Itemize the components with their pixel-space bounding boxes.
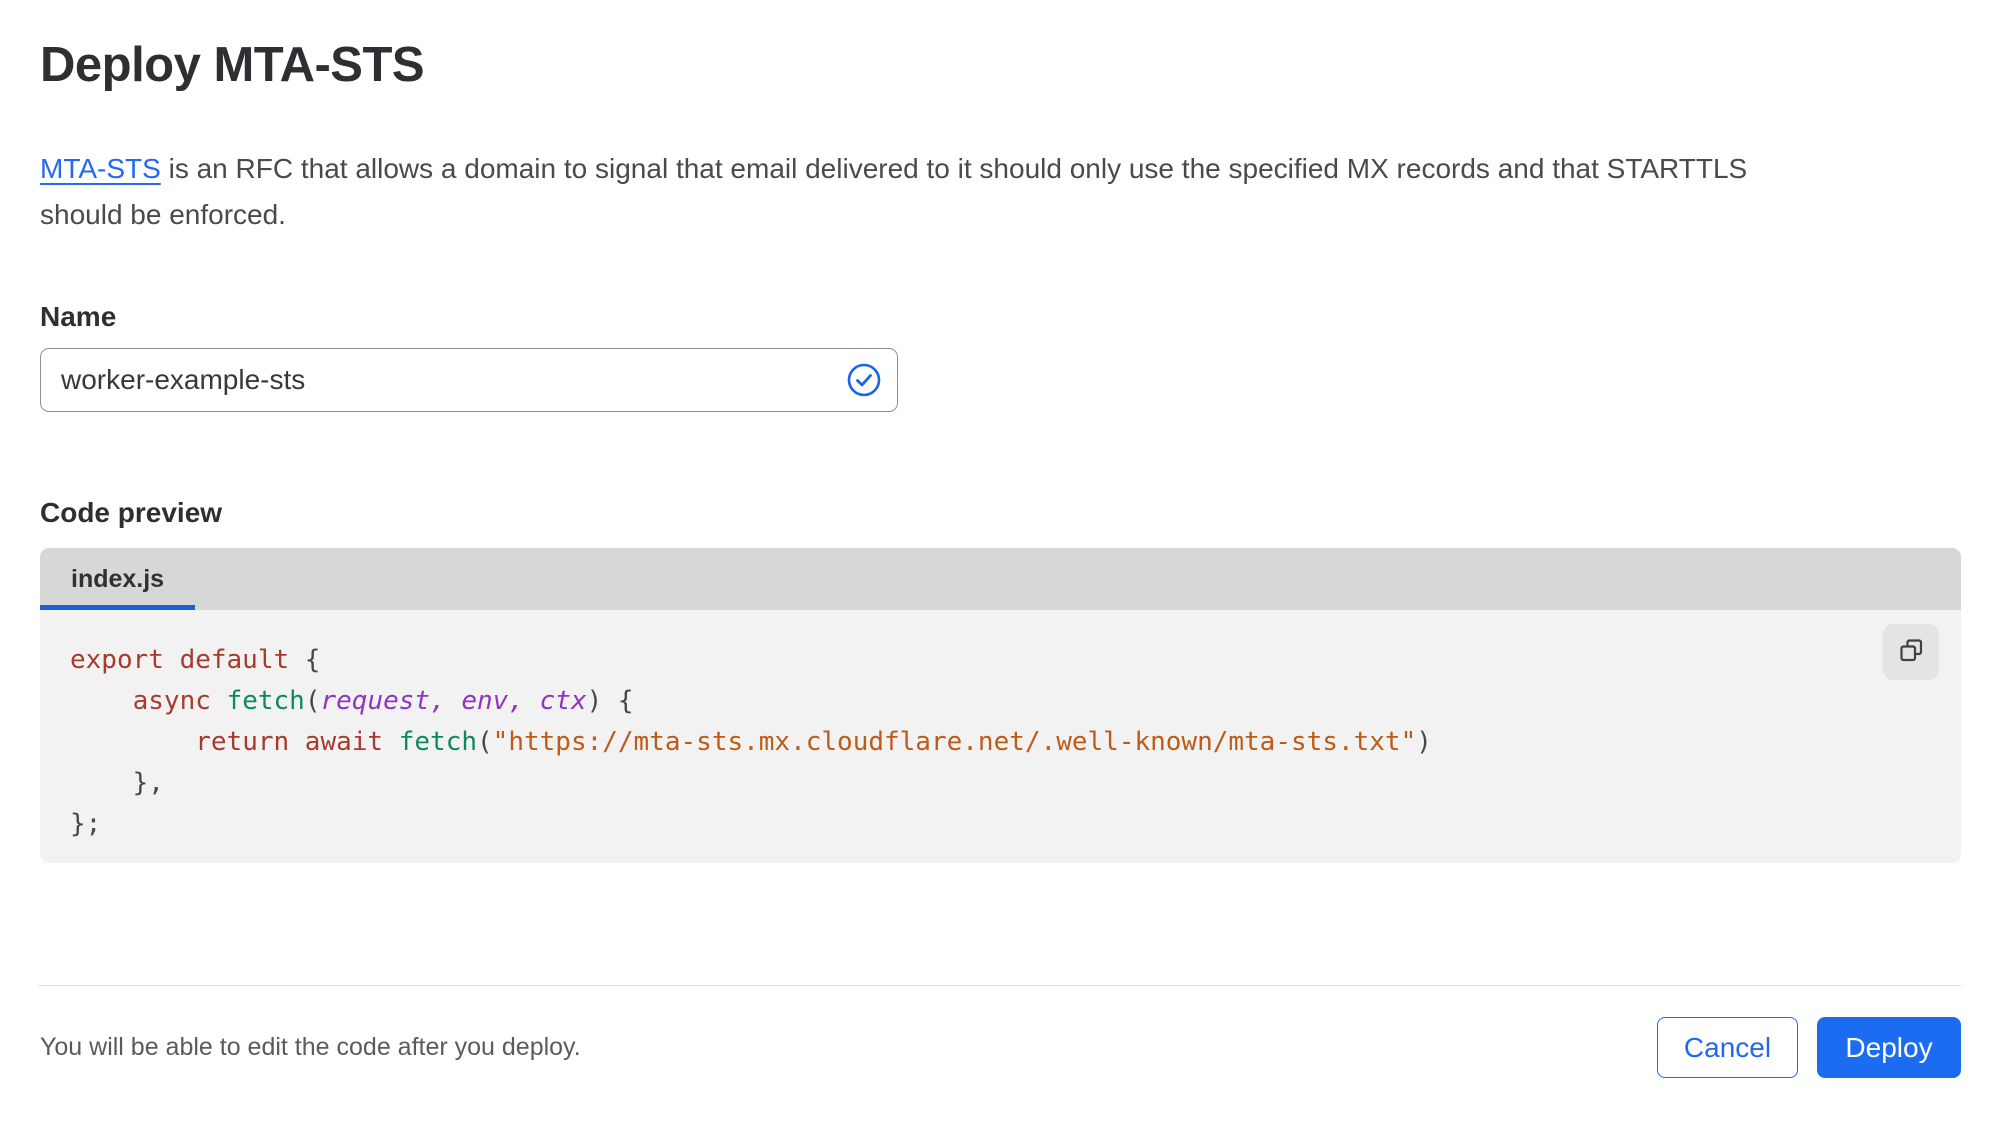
copy-icon: [1898, 637, 1925, 667]
name-input[interactable]: [40, 348, 898, 412]
name-label: Name: [40, 301, 117, 332]
code-preview-label: Code preview: [40, 497, 223, 528]
page-title: Deploy MTA-STS: [40, 38, 425, 92]
tab-indexjs[interactable]: index.js: [40, 548, 196, 610]
code-lines: export default { async fetch(request, en…: [70, 645, 1432, 839]
footer-note: You will be able to edit the code after …: [40, 1033, 581, 1061]
name-input-wrap: [40, 348, 898, 412]
deploy-button[interactable]: Deploy: [1817, 1017, 1961, 1078]
copy-code-button[interactable]: [1883, 624, 1939, 680]
description-line1: is an RFC that allows a domain to signal…: [160, 153, 1748, 184]
code-tab-bar: index.js: [40, 548, 1961, 610]
description: MTA-STS is an RFC that allows a domain t…: [40, 146, 1961, 238]
description-line2: should be enforced.: [40, 199, 286, 230]
footer-actions: Cancel Deploy: [1657, 1017, 1961, 1078]
footer-divider: [38, 985, 1961, 986]
tab-indexjs-label: index.js: [71, 564, 165, 593]
code-area: export default { async fetch(request, en…: [40, 610, 1961, 863]
footer: You will be able to edit the code after …: [40, 1017, 1961, 1078]
mta-sts-link[interactable]: MTA-STS: [40, 153, 161, 184]
deploy-mta-sts-page: Deploy MTA-STS MTA-STS is an RFC that al…: [0, 0, 1999, 1138]
valid-check-icon: [846, 362, 882, 398]
code-preview-panel: index.js export default { async fetch(re…: [40, 548, 1961, 863]
cancel-button[interactable]: Cancel: [1657, 1017, 1798, 1078]
